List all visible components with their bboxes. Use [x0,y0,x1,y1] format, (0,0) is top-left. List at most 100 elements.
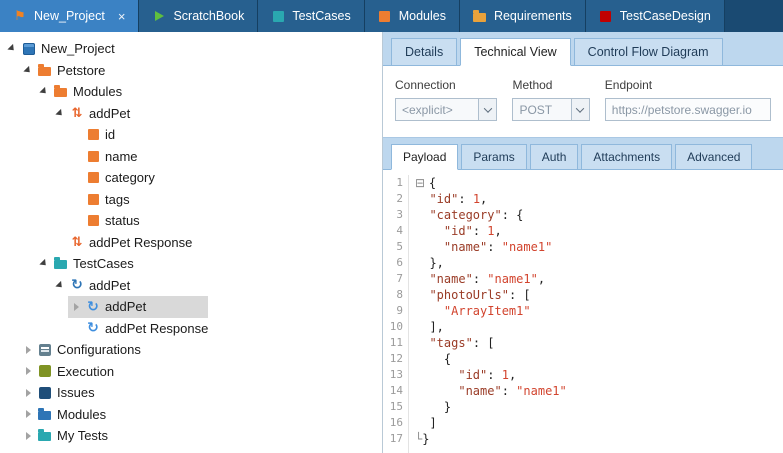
window-tab-new-project[interactable]: ⚑New_Project× [0,0,139,32]
tree-item-modules[interactable]: Modules [36,81,130,103]
code-token: ] [415,416,437,430]
tree-item-label: addPet Response [105,321,208,336]
issues-icon [36,382,54,403]
code-token: : [ [509,288,531,302]
collapsed-twisty-icon[interactable] [20,432,36,440]
code-line: ], [415,319,783,335]
method-select[interactable]: POST [512,98,589,121]
tree-row: ↻addPet [0,275,382,297]
tree-item-addpet[interactable]: ⇅addPet [52,103,138,125]
tree-row: id [0,124,382,146]
tree-item-category[interactable]: category [68,167,163,189]
payload-tab-advanced[interactable]: Advanced [675,144,752,170]
code-token [415,224,444,238]
editor-gutter: 1234567891011121314151617 [383,175,409,453]
chevron-down-icon[interactable] [571,99,589,120]
field-icon [84,146,102,167]
line-number: 4 [383,223,403,239]
expanded-twisty-icon[interactable] [4,46,20,51]
window-tab-label: TestCases [292,9,350,23]
tree-row: Modules [0,81,382,103]
tree-item-addpet-response[interactable]: ⇅addPet Response [52,232,200,254]
window-tab-label: ScratchBook [173,9,244,23]
expanded-twisty-icon[interactable] [52,283,68,288]
tree-item-execution[interactable]: Execution [20,361,122,383]
folder-orange-icon [36,60,54,81]
tree-item-issues[interactable]: Issues [20,382,103,404]
code-line: "id": 1, [415,367,783,383]
collapsed-twisty-icon[interactable] [20,346,36,354]
tree-item-id[interactable]: id [68,124,123,146]
method-label: Method [512,78,589,92]
payload-tab-attachments[interactable]: Attachments [581,144,672,170]
execution-icon [36,361,54,382]
code-token: }, [415,256,444,270]
window-tab-requirements[interactable]: Requirements [460,0,586,32]
tree-item-label: Issues [57,385,95,400]
connection-select[interactable]: <explicit> [395,98,497,121]
tree-item-addpet[interactable]: ↻addPet [52,275,138,297]
window-tab-testcases[interactable]: TestCases [258,0,364,32]
tree-item-status[interactable]: status [68,210,148,232]
expanded-twisty-icon[interactable] [52,111,68,116]
code-token: , [495,224,502,238]
main-area: New_ProjectPetstoreModules⇅addPetidnamec… [0,32,783,453]
code-token: { [415,352,451,366]
tree-item-configurations[interactable]: Configurations [20,339,149,361]
collapsed-twisty-icon[interactable] [20,367,36,375]
code-token: , [509,368,516,382]
view-tab-strip: DetailsTechnical ViewControl Flow Diagra… [383,32,783,66]
payload-editor[interactable]: 1234567891011121314151617 ⊟ { "id": 1, "… [383,170,783,453]
tree-item-addpet[interactable]: ↻addPet [68,296,208,318]
expanded-twisty-icon[interactable] [20,68,36,73]
chevron-down-icon[interactable] [478,99,496,120]
collapsed-twisty-icon[interactable] [68,303,84,311]
line-number: 12 [383,351,403,367]
endpoint-field: Endpoint https://petstore.swagger.io [605,78,771,121]
payload-tab-params[interactable]: Params [461,144,526,170]
window-tab-label: Requirements [494,9,572,23]
tree-item-tags[interactable]: tags [68,189,138,211]
code-token: { [429,176,436,190]
tree-item-label: status [105,213,140,228]
payload-tab-payload[interactable]: Payload [391,144,458,170]
tree-item-new-project[interactable]: New_Project [4,38,123,60]
tree-item-label: TestCases [73,256,134,271]
window-tab-label: Modules [399,9,446,23]
code-token: : [487,240,501,254]
code-token: 1 [473,192,480,206]
expanded-twisty-icon[interactable] [36,261,52,266]
tree-item-addpet-response[interactable]: ↻addPet Response [68,318,216,340]
code-token: "name" [444,240,487,254]
code-token: 1 [502,368,509,382]
view-tab-details[interactable]: Details [391,38,457,66]
collapsed-twisty-icon[interactable] [20,410,36,418]
collapsed-twisty-icon[interactable] [20,389,36,397]
window-tab-modules[interactable]: Modules [365,0,460,32]
payload-tab-auth[interactable]: Auth [530,144,579,170]
config-icon [36,339,54,360]
tree-row: name [0,146,382,168]
code-token: 1 [487,224,494,238]
close-tab-icon[interactable]: × [118,9,126,24]
project-tree: New_ProjectPetstoreModules⇅addPetidnamec… [0,32,383,453]
fold-icon[interactable]: ⊟ [415,176,429,190]
window-tab-testcasedesign[interactable]: TestCaseDesign [586,0,725,32]
field-icon [84,210,102,231]
tree-item-name[interactable]: name [68,146,146,168]
square-red-icon [599,8,613,24]
endpoint-input[interactable]: https://petstore.swagger.io [605,98,771,121]
tree-item-petstore[interactable]: Petstore [20,60,113,82]
code-token: "name1" [516,384,567,398]
expanded-twisty-icon[interactable] [36,89,52,94]
view-tab-control-flow-diagram[interactable]: Control Flow Diagram [574,38,723,66]
code-token: } [422,432,429,446]
tree-item-my-tests[interactable]: My Tests [20,425,116,447]
tree-item-testcases[interactable]: TestCases [36,253,142,275]
tree-item-modules[interactable]: Modules [20,404,114,426]
tree-item-label: Execution [57,364,114,379]
window-tab-scratchbook[interactable]: ScratchBook [139,0,258,32]
field-icon [84,124,102,145]
view-tab-technical-view[interactable]: Technical View [460,38,570,66]
tree-item-label: Petstore [57,63,105,78]
